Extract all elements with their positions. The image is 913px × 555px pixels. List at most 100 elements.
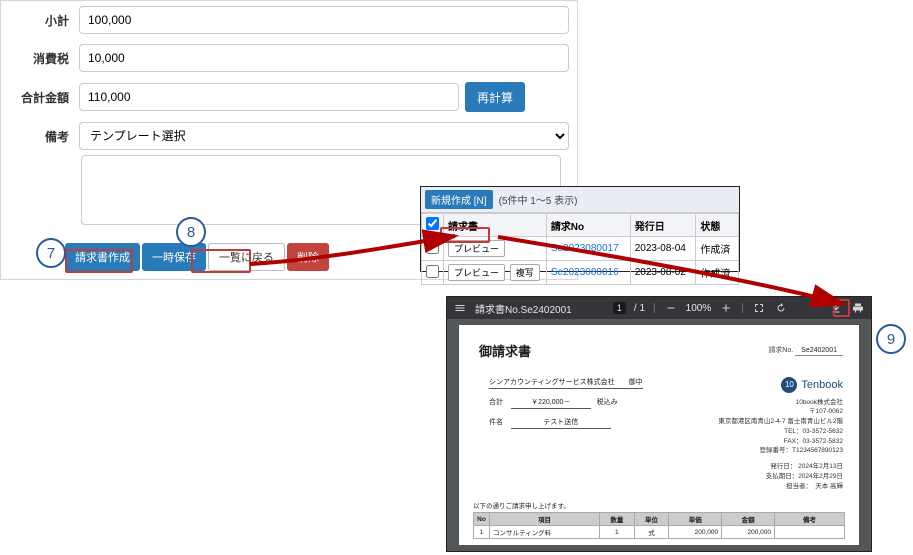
due-date: 支払期日：2024年2月29日: [693, 472, 843, 482]
zoom-level: 100%: [686, 303, 712, 314]
rotate-icon[interactable]: [774, 301, 788, 315]
cell-unit: 式: [634, 526, 669, 539]
list-count: (5件中 1〜5 表示): [499, 192, 578, 207]
cell-qty: 1: [600, 526, 635, 539]
list-header: 新規作成 [N] (5件中 1〜5 表示): [421, 187, 739, 213]
doc-invoice-no: 請求No. Se2402001: [768, 345, 843, 355]
cell-date: 2023-08-02: [630, 261, 696, 285]
select-all-checkbox[interactable]: [426, 217, 439, 230]
subject-label: 件名: [489, 419, 503, 426]
company-tel: TEL：03-3572-5632: [693, 427, 843, 437]
total-label: 合計: [489, 399, 503, 406]
doc-note: 以下の通りご請求申し上げます。: [473, 500, 845, 510]
create-invoice-button[interactable]: 請求書作成: [65, 243, 140, 271]
template-select[interactable]: テンプレート選択: [79, 122, 569, 150]
doc-table-area: 以下の通りご請求申し上げます。 No 項目 数量 単位 単価 金額 備考 1 コ…: [473, 500, 845, 539]
company-addr: 東京都港区南青山2-4-7 富士南青山ビル2階: [693, 417, 843, 427]
preview-button-r2[interactable]: プレビュー: [448, 264, 505, 281]
action-buttons: 請求書作成 一時保存 一覧に戻る 削除: [65, 243, 329, 271]
doc-left-block: シンアカウンティングサービス株式会社 御中 合計 ￥220,000－ 税込み 件…: [489, 377, 689, 437]
th-item: 項目: [490, 513, 600, 526]
col-invoice: 請求書: [444, 214, 547, 237]
step-circle-7: 7: [36, 238, 66, 268]
cell-status: 作成済: [696, 237, 739, 261]
th-no: No: [474, 513, 490, 526]
download-icon[interactable]: [829, 301, 843, 315]
th-unit: 単位: [634, 513, 669, 526]
pdf-title: 請求書No.Se2402001: [475, 301, 572, 316]
print-icon[interactable]: [851, 301, 865, 315]
line-items-table: No 項目 数量 単位 単価 金額 備考 1 コンサルティング料 1 式 200…: [473, 512, 845, 539]
back-to-list-button[interactable]: 一覧に戻る: [208, 243, 285, 271]
menu-icon[interactable]: [453, 301, 467, 315]
save-draft-button[interactable]: 一時保存: [142, 243, 206, 271]
input-total[interactable]: [79, 83, 459, 111]
row-total: 合計金額 再計算: [1, 77, 577, 117]
doc-right-block: 10 Tenbook 10book株式会社 〒107-0062 東京都港区南青山…: [693, 377, 843, 491]
step-circle-9: 9: [876, 324, 906, 354]
row-checkbox[interactable]: [426, 241, 439, 254]
label-total: 合計金額: [9, 89, 79, 106]
input-tax[interactable]: [79, 44, 569, 72]
company-name: 10book株式会社: [693, 398, 843, 408]
zoom-out-icon[interactable]: [664, 301, 678, 315]
logo-circle: 10: [781, 377, 797, 393]
line-item-row: 1 コンサルティング料 1 式 200,000 200,000: [474, 526, 845, 539]
cell-price: 200,000: [669, 526, 722, 539]
tax-included: 税込み: [597, 399, 618, 406]
company-fax: FAX：03-3572-5832: [693, 437, 843, 447]
cell-no: 1: [474, 526, 490, 539]
th-price: 単価: [669, 513, 722, 526]
page-current: 1: [613, 302, 626, 314]
cell-amount: 200,000: [722, 526, 775, 539]
subject-value: テスト送信: [511, 417, 611, 429]
cell-item: コンサルティング料: [490, 526, 600, 539]
invoice-list-panel: 新規作成 [N] (5件中 1〜5 表示) 請求書 請求No 発行日 状態 プレ…: [420, 186, 740, 272]
recipient: シンアカウンティングサービス株式会社 御中: [489, 377, 643, 389]
preview-button-r1[interactable]: プレビュー: [448, 240, 505, 257]
page-total: / 1: [634, 303, 645, 314]
col-status: 状態: [696, 214, 739, 237]
label-tax: 消費税: [9, 50, 79, 67]
zoom-in-icon[interactable]: [719, 301, 733, 315]
row-remarks: 備考 テンプレート選択: [1, 117, 577, 155]
divider: |: [741, 303, 744, 314]
total-value: ￥220,000－: [511, 397, 591, 409]
col-date: 発行日: [630, 214, 696, 237]
cell-remarks: [775, 526, 845, 539]
label-remarks: 備考: [9, 128, 79, 145]
tenbook-logo: 10 Tenbook: [781, 377, 843, 394]
divider: |: [653, 303, 656, 314]
invoice-no-value: Se2402001: [795, 347, 843, 356]
brand-text: Tenbook: [801, 377, 843, 394]
pdf-toolbar: 請求書No.Se2402001 1 / 1 | 100% |: [447, 297, 871, 319]
invoice-document: 御請求書 請求No. Se2402001 シンアカウンティングサービス株式会社 …: [459, 325, 859, 545]
invoice-no-label: 請求No.: [768, 347, 793, 354]
row-tax: 消費税: [1, 39, 577, 77]
delete-button[interactable]: 削除: [287, 243, 329, 271]
row-subtotal: 小計: [1, 1, 577, 39]
table-row: プレビュー 複写 Se2023080016 2023-08-02 作成済: [422, 261, 739, 285]
recalculate-button[interactable]: 再計算: [465, 82, 525, 112]
cell-status: 作成済: [696, 261, 739, 285]
pdf-preview-panel: 請求書No.Se2402001 1 / 1 | 100% | 御請求書 請求No: [446, 296, 872, 552]
input-subtotal[interactable]: [79, 6, 569, 34]
th-amount: 金額: [722, 513, 775, 526]
label-subtotal: 小計: [9, 12, 79, 29]
step-circle-8: 8: [176, 217, 206, 247]
col-no: 請求No: [546, 214, 630, 237]
table-row: プレビュー Se2023080017 2023-08-04 作成済: [422, 237, 739, 261]
fit-page-icon[interactable]: [752, 301, 766, 315]
copy-button-r2[interactable]: 複写: [510, 264, 540, 281]
th-remarks: 備考: [775, 513, 845, 526]
issue-date: 発行日： 2024年2月13日: [693, 462, 843, 472]
invoice-table: 請求書 請求No 発行日 状態 プレビュー Se2023080017 2023-…: [421, 213, 739, 285]
cell-date: 2023-08-04: [630, 237, 696, 261]
staff: 担当者： 天本 高輝: [693, 482, 843, 492]
invoice-link[interactable]: Se2023080017: [551, 243, 619, 254]
th-qty: 数量: [600, 513, 635, 526]
row-checkbox[interactable]: [426, 265, 439, 278]
invoice-link[interactable]: Se2023080016: [551, 267, 619, 278]
company-post: 〒107-0062: [693, 407, 843, 417]
new-invoice-button[interactable]: 新規作成 [N]: [425, 190, 493, 209]
